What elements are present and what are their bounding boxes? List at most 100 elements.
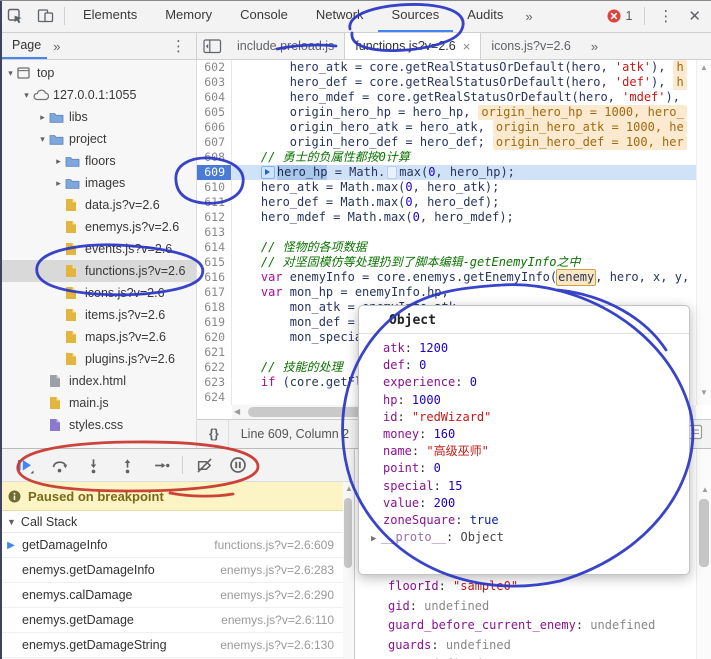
code-line[interactable]: origin_hero_def = hero_def;origin_hero_d… [232,135,696,150]
line-number[interactable]: 614 [197,240,231,255]
devtools-menu-icon[interactable]: ⋮ [649,7,682,25]
tree-expanded-arrow-icon[interactable]: ▾ [20,90,33,101]
line-number[interactable]: 610 [197,180,231,195]
object-prop[interactable]: value: 200 [383,495,689,512]
code-line[interactable]: hero_def = Math.max(0, hero_def); [232,195,696,210]
object-prop[interactable]: atk: 1200 [383,340,689,357]
scope-scrollbar[interactable]: ▲ [696,449,711,659]
tree-collapsed-arrow-icon[interactable]: ▸ [52,156,65,167]
object-prop[interactable]: def: 0 [383,357,689,374]
scope-prop[interactable]: guard_before_current_enemy: undefined [356,616,696,636]
step-button[interactable] [144,452,178,478]
tree-item-icons-js-v-2-6[interactable]: icons.js?v=2.6 [0,282,196,304]
tree-item-project[interactable]: ▾project [0,128,196,150]
tree-item-images[interactable]: ▸images [0,172,196,194]
line-number[interactable]: 612 [197,210,231,225]
code-line[interactable]: origin_hero_hp = hero_hp,origin_hero_hp … [232,105,696,120]
error-count-badge[interactable]: 1 [607,9,632,23]
line-number[interactable]: 619 [197,315,231,330]
line-number[interactable]: 622 [197,360,231,375]
panel-tab-console[interactable]: Console [226,0,302,32]
line-number[interactable]: 602 [197,60,231,75]
code-line[interactable]: hero_def = core.getRealStatusOrDefault(h… [232,75,696,90]
code-line[interactable]: // 勇士的负属性都按0计算 [232,150,696,165]
line-number[interactable]: 604 [197,90,231,105]
tree-item-functions-js-v-2-6[interactable]: functions.js?v=2.6 [0,260,196,282]
tree-collapsed-arrow-icon[interactable]: ▸ [36,112,49,123]
line-number[interactable]: 618 [197,300,231,315]
tree-item-items-js-v-2-6[interactable]: items.js?v=2.6 [0,304,196,326]
line-number[interactable]: 611 [197,195,231,210]
object-prop[interactable]: experience: 0 [383,374,689,391]
inspect-element-icon[interactable] [0,2,30,30]
code-line[interactable]: // 对坚固模仿等处理扔到了脚本编辑-getEnemyInfo之中 [232,255,696,270]
line-number[interactable]: 603 [197,75,231,90]
object-prop[interactable]: special: 15 [383,478,689,495]
callstack-frame[interactable]: enemys.getDamageStringenemys.js?v=2.6:13… [0,633,344,658]
tree-item-top[interactable]: ▾top [0,62,196,84]
call-stack-header[interactable]: ▼ Call Stack [0,511,344,533]
scope-prop[interactable]: guards: undefined [356,636,696,656]
code-line[interactable]: hero_mdef = core.getRealStatusOrDefault(… [232,90,696,105]
tree-collapsed-arrow-icon[interactable]: ▸ [52,178,65,189]
code-line[interactable]: hero_hp = Math.max(0, hero_hp); [232,165,696,180]
object-prop[interactable]: money: 160 [383,426,689,443]
panel-tab-elements[interactable]: Elements [69,0,151,32]
scroll-up-arrow[interactable]: ▲ [698,485,711,494]
object-prop[interactable]: ▶__proto__: Object [383,529,689,548]
more-navigator-tabs-chevron[interactable]: » [47,39,66,54]
horizontal-scroll-thumb[interactable] [248,407,366,417]
expand-arrow-icon[interactable]: ▶ [371,531,381,548]
line-number[interactable]: 606 [197,120,231,135]
line-number[interactable]: 613 [197,225,231,240]
device-toolbar-icon[interactable] [30,2,60,30]
line-number[interactable]: 620 [197,330,231,345]
pause-on-exceptions-button[interactable] [221,452,255,478]
tree-item-enemys-js-v-2-6[interactable]: enemys.js?v=2.6 [0,216,196,238]
file-tab[interactable]: functions.js?v=2.6× [344,33,481,59]
callstack-frame[interactable]: ▶getDamageInfofunctions.js?v=2.6:609 [0,533,344,558]
line-number[interactable]: 617 [197,285,231,300]
code-line[interactable]: hero_mdef = Math.max(0, hero_mdef); [232,210,696,225]
scroll-thumb[interactable] [344,498,352,568]
callstack-frame[interactable]: enemys.getDamageInfoenemys.js?v=2.6:283 [0,558,344,583]
file-tab[interactable]: icons.js?v=2.6 [481,33,581,59]
scroll-left-arrow[interactable]: ◀ [234,407,240,417]
step-over-button[interactable] [42,452,76,478]
tree-expanded-arrow-icon[interactable]: ▾ [4,68,17,79]
editor-vertical-scrollbar[interactable]: ▲ ▼ [696,60,711,405]
tree-item-events-js-v-2-6[interactable]: events.js?v=2.6 [0,238,196,260]
code-line[interactable]: hero_atk = core.getRealStatusOrDefault(h… [232,60,696,75]
tree-item-styles-css[interactable]: styles.css [0,414,196,436]
more-file-tabs-chevron[interactable]: » [581,33,608,59]
navigator-menu-icon[interactable]: ⋮ [161,37,196,55]
object-prop[interactable]: name: "高级巫师" [383,443,689,460]
scroll-down-arrow[interactable]: ▼ [697,388,711,397]
tree-expanded-arrow-icon[interactable]: ▾ [36,134,49,145]
panel-tab-sources[interactable]: Sources [378,0,454,32]
scroll-up-arrow[interactable]: ▲ [342,484,356,493]
line-number-gutter[interactable]: 6026036046056066076086096106116126136146… [197,60,232,405]
line-number[interactable]: 607 [197,135,231,150]
scope-prop[interactable]: floorId: "sample0" [356,577,696,597]
pretty-print-button[interactable]: {} [197,420,229,448]
panel-tab-memory[interactable]: Memory [151,0,226,32]
line-number[interactable]: 616 [197,270,231,285]
line-number[interactable]: 623 [197,375,231,390]
tree-item-libs[interactable]: ▸libs [0,106,196,128]
code-line[interactable]: var mon_hp = enemyInfo.hp, [232,285,696,300]
execution-position-marker[interactable] [261,166,275,179]
tree-item-maps-js-v-2-6[interactable]: maps.js?v=2.6 [0,326,196,348]
tab-page[interactable]: Page [0,33,47,59]
line-number[interactable]: 609 [197,165,231,180]
step-out-button[interactable] [110,452,144,478]
file-tab[interactable]: include.preload.js [227,33,344,59]
hide-navigator-icon[interactable] [197,33,227,59]
tree-item-127-0-0-1-1055[interactable]: ▾127.0.0.1:1055 [0,84,196,106]
scroll-up-arrow[interactable]: ▲ [697,63,711,72]
more-panels-chevron[interactable]: » [517,9,540,24]
line-number[interactable]: 621 [197,345,231,360]
tree-item-main-js[interactable]: main.js [0,392,196,414]
line-number[interactable]: 608 [197,150,231,165]
panel-tab-audits[interactable]: Audits [453,0,517,32]
